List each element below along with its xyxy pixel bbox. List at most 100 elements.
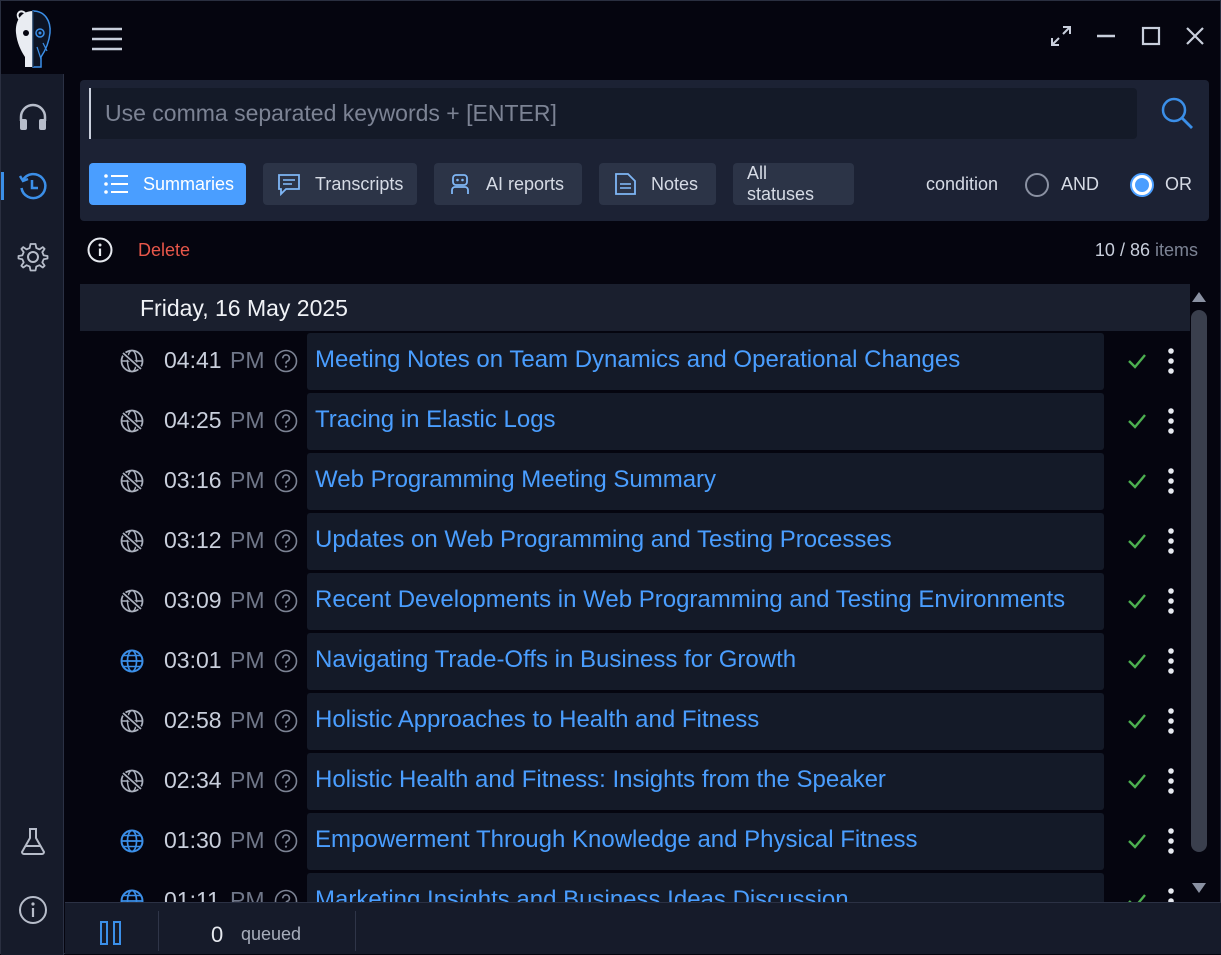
list-item[interactable]: 03:01 PM Navigating Trade-Offs in Business…: [80, 632, 1190, 692]
item-title-link[interactable]: Holistic Approaches to Health and Fitnes…: [315, 706, 759, 734]
item-title-box[interactable]: Empowerment Through Knowledge and Physic…: [307, 813, 1104, 870]
item-title-box[interactable]: Updates on Web Programming and Testing P…: [307, 513, 1104, 570]
maximize-button[interactable]: [1136, 21, 1166, 51]
sidebar-item-recorder[interactable]: [1, 93, 64, 141]
fullscreen-button[interactable]: [1046, 21, 1076, 51]
app-window: Summaries Transcripts AI reports: [0, 0, 1221, 955]
question-icon[interactable]: [274, 589, 298, 613]
item-title-box[interactable]: Recent Developments in Web Programming a…: [307, 573, 1104, 630]
sidebar-item-about[interactable]: [1, 886, 64, 934]
scrollbar-thumb[interactable]: [1191, 310, 1207, 852]
more-options-icon[interactable]: [1160, 586, 1182, 616]
filter-panel: Summaries Transcripts AI reports: [80, 80, 1209, 221]
item-title-box[interactable]: Web Programming Meeting Summary: [307, 453, 1104, 510]
list-item[interactable]: 03:12 PM Updates on Web Programming and Te…: [80, 512, 1190, 572]
item-title-box[interactable]: Navigating Trade-Offs in Business for Gr…: [307, 633, 1104, 690]
status-bar: 0 queued: [65, 902, 1221, 954]
item-title-link[interactable]: Web Programming Meeting Summary: [315, 466, 716, 494]
item-ampm: PM: [230, 527, 265, 553]
item-ampm: PM: [230, 467, 265, 493]
item-title-box[interactable]: Holistic Approaches to Health and Fitnes…: [307, 693, 1104, 750]
count-shown: 10: [1094, 240, 1115, 260]
pause-icon[interactable]: [99, 920, 123, 946]
more-options-icon[interactable]: [1160, 766, 1182, 796]
question-icon[interactable]: [274, 829, 298, 853]
more-options-icon[interactable]: [1160, 706, 1182, 736]
scroll-down-arrow-icon[interactable]: [1191, 881, 1207, 895]
item-title-box[interactable]: Tracing in Elastic Logs: [307, 393, 1104, 450]
more-options-icon[interactable]: [1160, 346, 1182, 376]
more-options-icon[interactable]: [1160, 526, 1182, 556]
item-title-link[interactable]: Holistic Health and Fitness: Insights fr…: [315, 766, 886, 794]
globe-icon: [120, 889, 144, 902]
globe-icon: [120, 649, 144, 673]
question-icon[interactable]: [274, 709, 298, 733]
item-ampm: PM: [230, 647, 265, 673]
minimize-button[interactable]: [1091, 21, 1121, 51]
close-button[interactable]: [1180, 21, 1210, 51]
question-icon[interactable]: [274, 769, 298, 793]
filter-chip-ai-reports[interactable]: AI reports: [434, 163, 582, 205]
question-icon[interactable]: [274, 649, 298, 673]
item-title-box[interactable]: Meeting Notes on Team Dynamics and Opera…: [307, 333, 1104, 390]
condition-and-radio[interactable]: [1025, 173, 1049, 197]
list-item[interactable]: 02:58 PM Holistic Approaches to Health and…: [80, 692, 1190, 752]
question-icon[interactable]: [274, 409, 298, 433]
list-item[interactable]: 01:11 PM Marketing Insights and Business I…: [80, 872, 1190, 902]
sidebar: [1, 1, 64, 955]
delete-button[interactable]: Delete: [138, 240, 190, 261]
date-header-label: Friday, 16 May 2025: [140, 295, 348, 321]
item-time: 04:41: [164, 347, 222, 373]
sidebar-item-settings[interactable]: [1, 233, 64, 281]
more-options-icon[interactable]: [1160, 826, 1182, 856]
filter-chip-label: Transcripts: [315, 173, 404, 194]
condition-or-radio[interactable]: [1130, 173, 1154, 197]
filter-chip-transcripts[interactable]: Transcripts: [263, 163, 417, 205]
condition-or-label[interactable]: OR: [1165, 174, 1192, 195]
check-icon: [1128, 354, 1146, 369]
item-time: 03:01: [164, 647, 222, 673]
item-title-link[interactable]: Empowerment Through Knowledge and Physic…: [315, 826, 918, 854]
item-title-link[interactable]: Recent Developments in Web Programming a…: [315, 586, 1065, 614]
question-icon[interactable]: [274, 529, 298, 553]
sidebar-item-lab[interactable]: [1, 817, 64, 865]
filter-chip-summaries[interactable]: Summaries: [89, 163, 246, 205]
item-title-link[interactable]: Meeting Notes on Team Dynamics and Opera…: [315, 346, 960, 374]
globe-off-icon: [120, 529, 144, 553]
list-item[interactable]: 03:09 PM Recent Developments in Web Progra…: [80, 572, 1190, 632]
item-title-link[interactable]: Tracing in Elastic Logs: [315, 406, 556, 434]
scroll-up-arrow-icon[interactable]: [1191, 290, 1207, 304]
item-time: 02:58: [164, 707, 222, 733]
list-item[interactable]: 01:30 PM Empowerment Through Knowledge and…: [80, 812, 1190, 872]
filter-chip-notes[interactable]: Notes: [599, 163, 716, 205]
check-icon: [1128, 474, 1146, 489]
info-icon[interactable]: [87, 237, 113, 263]
filter-chip-label: Summaries: [143, 173, 235, 194]
question-icon[interactable]: [274, 349, 298, 373]
list-item[interactable]: 02:34 PM Holistic Health and Fitness: Insi…: [80, 752, 1190, 812]
filter-chip-label: AI reports: [486, 173, 565, 194]
item-title-box[interactable]: Marketing Insights and Business Ideas Di…: [307, 873, 1104, 902]
item-title-link[interactable]: Updates on Web Programming and Testing P…: [315, 526, 892, 554]
list-item[interactable]: 04:25 PM Tracing in Elastic Logs: [80, 392, 1190, 452]
item-title-link[interactable]: Marketing Insights and Business Ideas Di…: [315, 886, 849, 902]
item-ampm: PM: [230, 587, 265, 613]
minimize-icon: [1097, 34, 1115, 38]
hamburger-menu-icon[interactable]: [91, 25, 123, 53]
list-item[interactable]: 03:16 PM Web Programming Meeting Summary: [80, 452, 1190, 512]
more-options-icon[interactable]: [1160, 646, 1182, 676]
list-item[interactable]: 04:41 PM Meeting Notes on Team Dynamics an…: [80, 332, 1190, 392]
search-icon[interactable]: [1158, 94, 1196, 132]
more-options-icon[interactable]: [1160, 886, 1182, 902]
condition-and-label[interactable]: AND: [1061, 174, 1099, 195]
sidebar-item-history[interactable]: [1, 162, 64, 210]
more-options-icon[interactable]: [1160, 466, 1182, 496]
question-icon[interactable]: [274, 469, 298, 493]
item-title-link[interactable]: Navigating Trade-Offs in Business for Gr…: [315, 646, 796, 674]
item-title-box[interactable]: Holistic Health and Fitness: Insights fr…: [307, 753, 1104, 810]
more-options-icon[interactable]: [1160, 406, 1182, 436]
question-icon[interactable]: [274, 889, 298, 902]
status-filter-dropdown[interactable]: All statuses: [733, 163, 854, 205]
check-icon: [1128, 414, 1146, 429]
search-input[interactable]: [89, 88, 1137, 139]
